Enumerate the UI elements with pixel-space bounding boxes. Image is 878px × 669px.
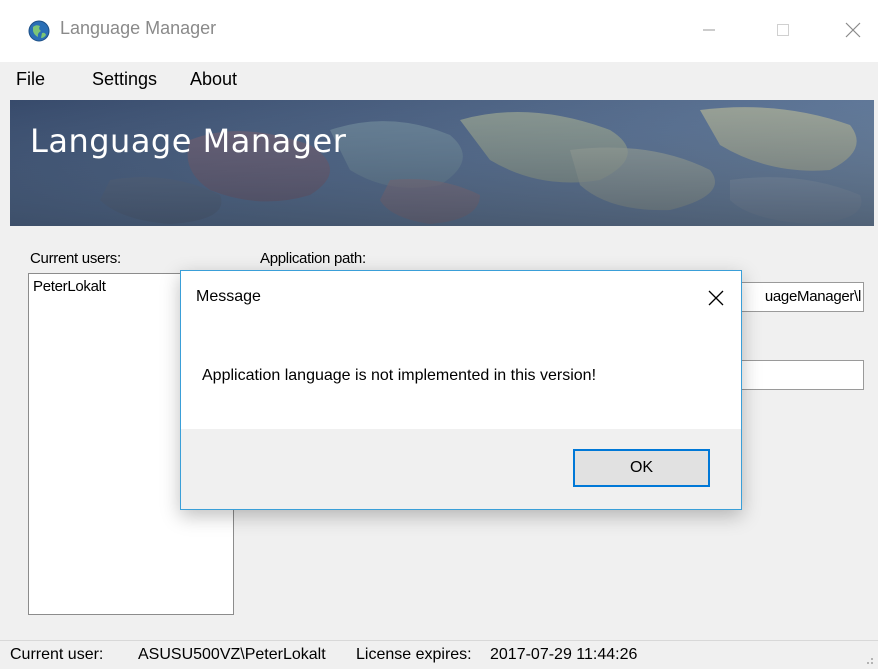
header-banner: Language Manager [10, 100, 874, 226]
menu-settings[interactable]: Settings [86, 67, 163, 92]
license-expires-value: 2017-07-29 11:44:26 [490, 646, 638, 663]
resize-grip-icon[interactable] [864, 655, 874, 665]
banner-title: Language Manager [30, 122, 347, 160]
list-item[interactable]: PeterLokalt [33, 278, 106, 295]
globe-icon [28, 20, 50, 42]
application-path-label: Application path: [260, 250, 366, 267]
current-users-label: Current users: [30, 250, 121, 267]
close-button[interactable] [830, 10, 876, 50]
close-icon [708, 290, 724, 306]
current-user-value: ASUSU500VZ\PeterLokalt [138, 646, 326, 663]
current-user-label: Current user: [10, 646, 104, 663]
maximize-button[interactable] [760, 10, 806, 50]
status-bar: Current user: ASUSU500VZ\PeterLokalt Lic… [0, 640, 878, 669]
window-title: Language Manager [60, 18, 217, 38]
minimize-icon [703, 29, 715, 31]
license-expires-label: License expires: [356, 646, 472, 663]
ok-button[interactable]: OK [573, 449, 710, 487]
application-path-value: uageManager\l [764, 288, 861, 305]
world-map-image [10, 100, 874, 226]
dialog-close-button[interactable] [701, 283, 731, 313]
close-icon [845, 22, 861, 38]
message-dialog: Message Application language is not impl… [180, 270, 742, 510]
dialog-footer: OK [181, 429, 741, 509]
maximize-icon [777, 24, 789, 36]
dialog-title: Message [196, 288, 261, 305]
minimize-button[interactable] [686, 10, 732, 50]
menu-file[interactable]: File [10, 67, 51, 92]
title-bar[interactable]: Language Manager [0, 0, 878, 62]
menu-about[interactable]: About [184, 67, 243, 92]
menu-bar: File Settings About [0, 62, 878, 98]
dialog-message: Application language is not implemented … [202, 367, 597, 384]
